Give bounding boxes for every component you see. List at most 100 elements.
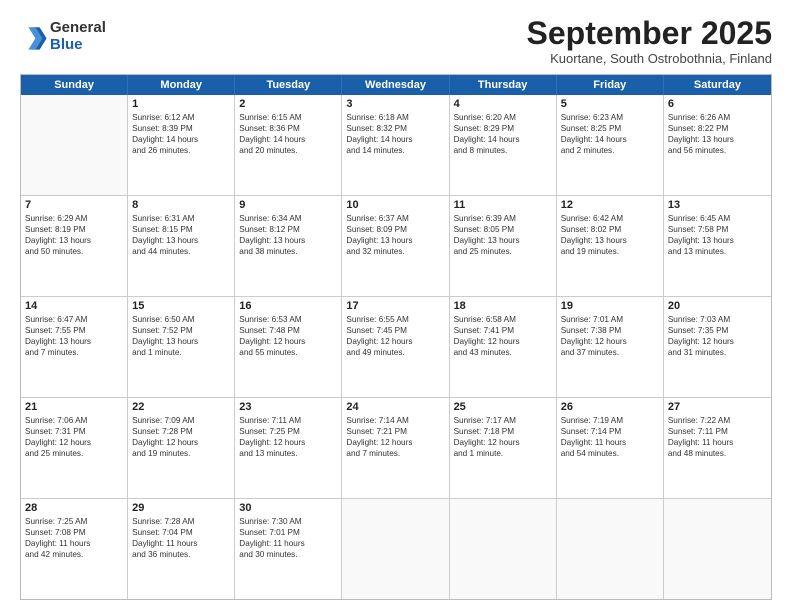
calendar-cell: 28 Sunrise: 7:25 AM Sunset: 7:08 PM Dayli… bbox=[21, 499, 128, 599]
calendar-row: 1 Sunrise: 6:12 AM Sunset: 8:39 PM Daylig… bbox=[21, 95, 771, 196]
day-info: Sunrise: 6:20 AM Sunset: 8:29 PM Dayligh… bbox=[454, 112, 552, 156]
calendar-body: 1 Sunrise: 6:12 AM Sunset: 8:39 PM Daylig… bbox=[21, 95, 771, 599]
day-number: 22 bbox=[132, 401, 230, 413]
weekday-header: Wednesday bbox=[342, 75, 449, 95]
calendar-cell: 27 Sunrise: 7:22 AM Sunset: 7:11 PM Dayli… bbox=[664, 398, 771, 498]
weekday-header: Sunday bbox=[21, 75, 128, 95]
day-number: 13 bbox=[668, 199, 767, 211]
day-number: 12 bbox=[561, 199, 659, 211]
calendar-cell: 24 Sunrise: 7:14 AM Sunset: 7:21 PM Dayli… bbox=[342, 398, 449, 498]
calendar-cell: 14 Sunrise: 6:47 AM Sunset: 7:55 PM Dayli… bbox=[21, 297, 128, 397]
day-number: 24 bbox=[346, 401, 444, 413]
logo-blue: Blue bbox=[50, 37, 106, 54]
day-info: Sunrise: 7:28 AM Sunset: 7:04 PM Dayligh… bbox=[132, 516, 230, 560]
day-info: Sunrise: 7:11 AM Sunset: 7:25 PM Dayligh… bbox=[239, 415, 337, 459]
day-number: 14 bbox=[25, 300, 123, 312]
calendar-cell: 21 Sunrise: 7:06 AM Sunset: 7:31 PM Dayli… bbox=[21, 398, 128, 498]
calendar-cell: 6Sunrise: 6:26 AM Sunset: 8:22 PM Daylig… bbox=[664, 95, 771, 195]
day-info: Sunrise: 7:09 AM Sunset: 7:28 PM Dayligh… bbox=[132, 415, 230, 459]
calendar-cell: 9 Sunrise: 6:34 AM Sunset: 8:12 PM Daylig… bbox=[235, 196, 342, 296]
day-info: Sunrise: 6:34 AM Sunset: 8:12 PM Dayligh… bbox=[239, 213, 337, 257]
location: Kuortane, South Ostrobothnia, Finland bbox=[527, 51, 772, 66]
calendar-row: 28 Sunrise: 7:25 AM Sunset: 7:08 PM Dayli… bbox=[21, 499, 771, 599]
calendar-cell: 5Sunrise: 6:23 AM Sunset: 8:25 PM Daylig… bbox=[557, 95, 664, 195]
day-number: 27 bbox=[668, 401, 767, 413]
weekday-header: Saturday bbox=[664, 75, 771, 95]
title-block: September 2025 Kuortane, South Ostroboth… bbox=[527, 16, 772, 66]
calendar-cell bbox=[557, 499, 664, 599]
calendar-cell: 19Sunrise: 7:01 AM Sunset: 7:38 PM Dayli… bbox=[557, 297, 664, 397]
calendar-cell: 4Sunrise: 6:20 AM Sunset: 8:29 PM Daylig… bbox=[450, 95, 557, 195]
day-info: Sunrise: 7:19 AM Sunset: 7:14 PM Dayligh… bbox=[561, 415, 659, 459]
calendar-cell: 30 Sunrise: 7:30 AM Sunset: 7:01 PM Dayli… bbox=[235, 499, 342, 599]
calendar-cell: 10Sunrise: 6:37 AM Sunset: 8:09 PM Dayli… bbox=[342, 196, 449, 296]
calendar-cell: 3 Sunrise: 6:18 AM Sunset: 8:32 PM Daylig… bbox=[342, 95, 449, 195]
calendar-cell: 29Sunrise: 7:28 AM Sunset: 7:04 PM Dayli… bbox=[128, 499, 235, 599]
calendar-cell: 15Sunrise: 6:50 AM Sunset: 7:52 PM Dayli… bbox=[128, 297, 235, 397]
day-info: Sunrise: 6:31 AM Sunset: 8:15 PM Dayligh… bbox=[132, 213, 230, 257]
day-info: Sunrise: 6:12 AM Sunset: 8:39 PM Dayligh… bbox=[132, 112, 230, 156]
day-number: 1 bbox=[132, 98, 230, 110]
day-info: Sunrise: 7:14 AM Sunset: 7:21 PM Dayligh… bbox=[346, 415, 444, 459]
day-number: 18 bbox=[454, 300, 552, 312]
day-number: 20 bbox=[668, 300, 767, 312]
logo-text: General Blue bbox=[50, 20, 106, 53]
day-number: 17 bbox=[346, 300, 444, 312]
day-info: Sunrise: 7:06 AM Sunset: 7:31 PM Dayligh… bbox=[25, 415, 123, 459]
calendar-cell: 8Sunrise: 6:31 AM Sunset: 8:15 PM Daylig… bbox=[128, 196, 235, 296]
logo-icon bbox=[20, 23, 48, 51]
day-info: Sunrise: 7:01 AM Sunset: 7:38 PM Dayligh… bbox=[561, 314, 659, 358]
day-number: 23 bbox=[239, 401, 337, 413]
calendar-cell: 11 Sunrise: 6:39 AM Sunset: 8:05 PM Dayli… bbox=[450, 196, 557, 296]
header: General Blue September 2025 Kuortane, So… bbox=[20, 16, 772, 66]
weekday-header: Thursday bbox=[450, 75, 557, 95]
logo: General Blue bbox=[20, 20, 106, 53]
page: General Blue September 2025 Kuortane, So… bbox=[0, 0, 792, 612]
day-info: Sunrise: 6:42 AM Sunset: 8:02 PM Dayligh… bbox=[561, 213, 659, 257]
day-info: Sunrise: 6:23 AM Sunset: 8:25 PM Dayligh… bbox=[561, 112, 659, 156]
day-number: 28 bbox=[25, 502, 123, 514]
day-info: Sunrise: 7:03 AM Sunset: 7:35 PM Dayligh… bbox=[668, 314, 767, 358]
day-number: 26 bbox=[561, 401, 659, 413]
calendar-border: SundayMondayTuesdayWednesdayThursdayFrid… bbox=[20, 74, 772, 600]
calendar-cell: 20 Sunrise: 7:03 AM Sunset: 7:35 PM Dayli… bbox=[664, 297, 771, 397]
day-info: Sunrise: 6:45 AM Sunset: 7:58 PM Dayligh… bbox=[668, 213, 767, 257]
day-number: 25 bbox=[454, 401, 552, 413]
day-info: Sunrise: 6:26 AM Sunset: 8:22 PM Dayligh… bbox=[668, 112, 767, 156]
day-number: 16 bbox=[239, 300, 337, 312]
calendar-cell: 18 Sunrise: 6:58 AM Sunset: 7:41 PM Dayli… bbox=[450, 297, 557, 397]
day-info: Sunrise: 6:47 AM Sunset: 7:55 PM Dayligh… bbox=[25, 314, 123, 358]
weekday-header: Friday bbox=[557, 75, 664, 95]
day-number: 9 bbox=[239, 199, 337, 211]
weekday-header: Monday bbox=[128, 75, 235, 95]
day-info: Sunrise: 6:58 AM Sunset: 7:41 PM Dayligh… bbox=[454, 314, 552, 358]
calendar-cell bbox=[342, 499, 449, 599]
day-number: 10 bbox=[346, 199, 444, 211]
day-info: Sunrise: 6:50 AM Sunset: 7:52 PM Dayligh… bbox=[132, 314, 230, 358]
calendar-cell: 22 Sunrise: 7:09 AM Sunset: 7:28 PM Dayli… bbox=[128, 398, 235, 498]
day-number: 2 bbox=[239, 98, 337, 110]
day-number: 21 bbox=[25, 401, 123, 413]
day-info: Sunrise: 6:39 AM Sunset: 8:05 PM Dayligh… bbox=[454, 213, 552, 257]
calendar-cell bbox=[450, 499, 557, 599]
day-info: Sunrise: 7:25 AM Sunset: 7:08 PM Dayligh… bbox=[25, 516, 123, 560]
day-info: Sunrise: 6:18 AM Sunset: 8:32 PM Dayligh… bbox=[346, 112, 444, 156]
day-info: Sunrise: 6:15 AM Sunset: 8:36 PM Dayligh… bbox=[239, 112, 337, 156]
calendar-cell: 7Sunrise: 6:29 AM Sunset: 8:19 PM Daylig… bbox=[21, 196, 128, 296]
day-info: Sunrise: 6:53 AM Sunset: 7:48 PM Dayligh… bbox=[239, 314, 337, 358]
calendar-cell: 26 Sunrise: 7:19 AM Sunset: 7:14 PM Dayli… bbox=[557, 398, 664, 498]
calendar-cell: 16 Sunrise: 6:53 AM Sunset: 7:48 PM Dayli… bbox=[235, 297, 342, 397]
calendar-cell: 17Sunrise: 6:55 AM Sunset: 7:45 PM Dayli… bbox=[342, 297, 449, 397]
calendar-cell: 13 Sunrise: 6:45 AM Sunset: 7:58 PM Dayli… bbox=[664, 196, 771, 296]
day-info: Sunrise: 7:22 AM Sunset: 7:11 PM Dayligh… bbox=[668, 415, 767, 459]
weekday-header: Tuesday bbox=[235, 75, 342, 95]
day-number: 11 bbox=[454, 199, 552, 211]
calendar-cell: 1 Sunrise: 6:12 AM Sunset: 8:39 PM Daylig… bbox=[128, 95, 235, 195]
calendar-cell: 12 Sunrise: 6:42 AM Sunset: 8:02 PM Dayli… bbox=[557, 196, 664, 296]
day-info: Sunrise: 7:30 AM Sunset: 7:01 PM Dayligh… bbox=[239, 516, 337, 560]
day-info: Sunrise: 6:29 AM Sunset: 8:19 PM Dayligh… bbox=[25, 213, 123, 257]
day-number: 30 bbox=[239, 502, 337, 514]
day-number: 3 bbox=[346, 98, 444, 110]
month-title: September 2025 bbox=[527, 16, 772, 51]
calendar-cell: 25Sunrise: 7:17 AM Sunset: 7:18 PM Dayli… bbox=[450, 398, 557, 498]
